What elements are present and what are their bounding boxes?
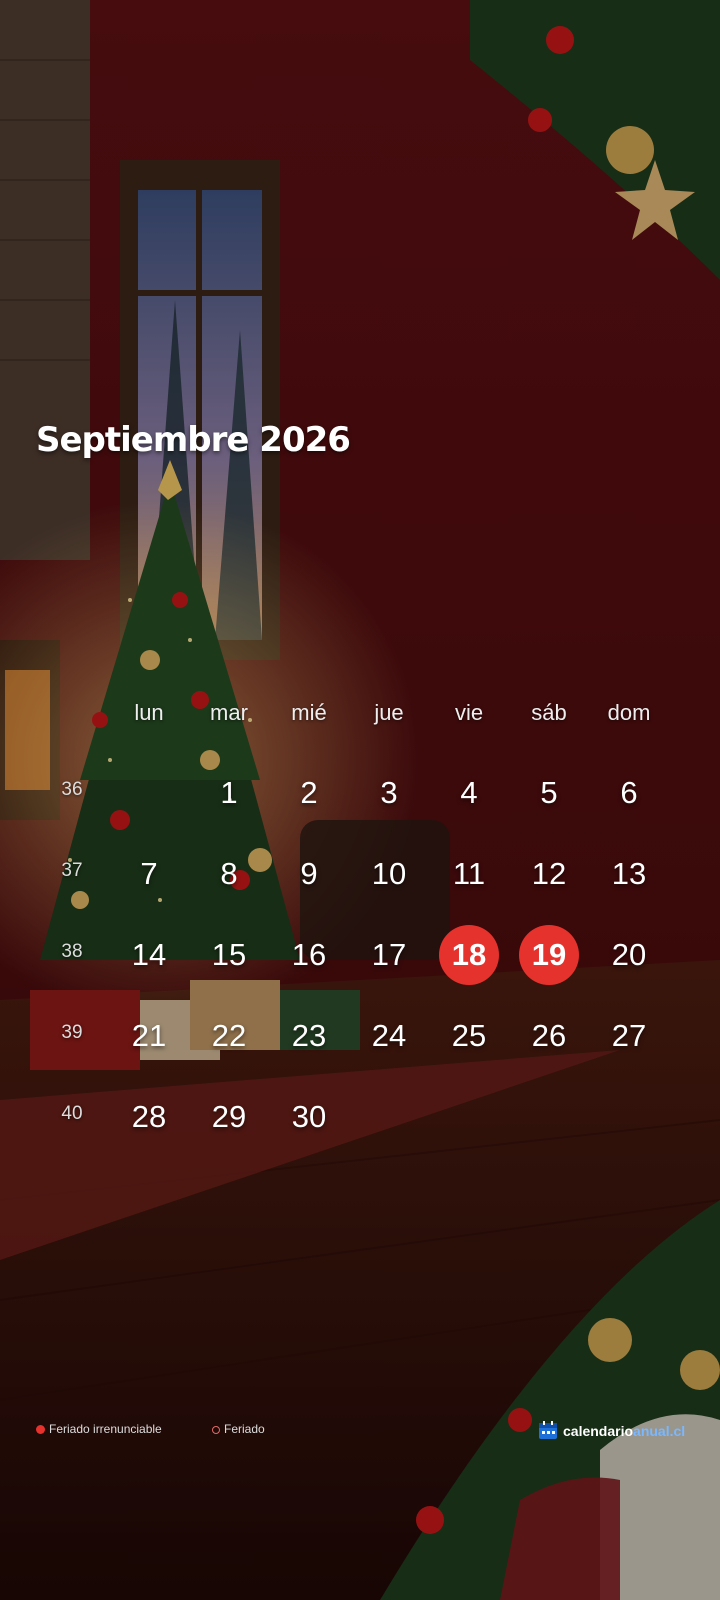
day-cell[interactable]: 13 [599,844,659,904]
day-cell[interactable]: 25 [439,1006,499,1066]
day-cell[interactable]: 11 [439,844,499,904]
day-cell[interactable]: 5 [519,763,579,823]
week-number: 39 [61,1022,83,1043]
day-cell[interactable]: 15 [199,925,259,985]
week-row: 38 14 15 16 17 18 19 20 [0,925,720,985]
day-cell[interactable]: 2 [279,763,339,823]
day-cell[interactable]: 16 [279,925,339,985]
filled-dot-icon [36,1425,45,1434]
day-cell[interactable]: 9 [279,844,339,904]
day-cell[interactable]: 1 [199,763,259,823]
day-cell[interactable]: 26 [519,1006,579,1066]
weekday-label: mié [291,700,327,725]
week-row: 37 7 8 9 10 11 12 13 [0,844,720,904]
legend-irrenunciable-label: Feriado irrenunciable [49,1422,162,1436]
day-cell[interactable]: 7 [119,844,179,904]
day-cell[interactable]: 14 [119,925,179,985]
week-row: 40 28 29 30 [0,1087,720,1147]
week-number: 36 [61,779,83,800]
weekday-header: lun mar mié jue vie sáb dom [0,700,720,730]
month-title: Septiembre 2026 [36,420,351,460]
day-cell[interactable]: 10 [359,844,419,904]
day-cell[interactable]: 28 [119,1087,179,1147]
week-number: 37 [61,860,83,881]
day-cell[interactable]: 4 [439,763,499,823]
day-cell[interactable]: 17 [359,925,419,985]
day-cell[interactable]: 29 [199,1087,259,1147]
brand-logo: calendarioanual.cl [538,1420,685,1443]
day-cell[interactable]: 21 [119,1006,179,1066]
weekday-label: mar [210,700,248,725]
weekday-label: dom [607,700,651,725]
day-cell[interactable]: 24 [359,1006,419,1066]
day-cell[interactable]: 6 [599,763,659,823]
week-row: 39 21 22 23 24 25 26 27 [0,1006,720,1066]
week-number: 40 [61,1103,83,1124]
day-cell[interactable]: 23 [279,1006,339,1066]
day-cell[interactable]: 27 [599,1006,659,1066]
week-row: 36 1 2 3 4 5 6 [0,763,720,823]
day-cell-holiday[interactable]: 19 [519,925,579,985]
day-cell[interactable]: 30 [279,1087,339,1147]
weekday-label: sáb [531,700,567,725]
weekday-label: jue [374,700,404,725]
day-cell[interactable]: 3 [359,763,419,823]
day-cell[interactable]: 20 [599,925,659,985]
calendar-icon [538,1420,558,1443]
day-cell-holiday[interactable]: 18 [439,925,499,985]
day-cell[interactable]: 8 [199,844,259,904]
ring-dot-icon [212,1426,220,1434]
legend-irrenunciable: Feriado irrenunciable [36,1422,162,1436]
week-number: 38 [61,941,83,962]
legend-feriado-label: Feriado [224,1422,265,1436]
weekday-label: lun [134,700,164,725]
brand-name-part1: calendario [563,1423,634,1439]
legend-feriado: Feriado [212,1422,265,1436]
brand-name-part2: anual.cl [633,1423,686,1439]
weekday-label: vie [454,700,484,725]
day-cell[interactable]: 22 [199,1006,259,1066]
day-cell[interactable]: 12 [519,844,579,904]
